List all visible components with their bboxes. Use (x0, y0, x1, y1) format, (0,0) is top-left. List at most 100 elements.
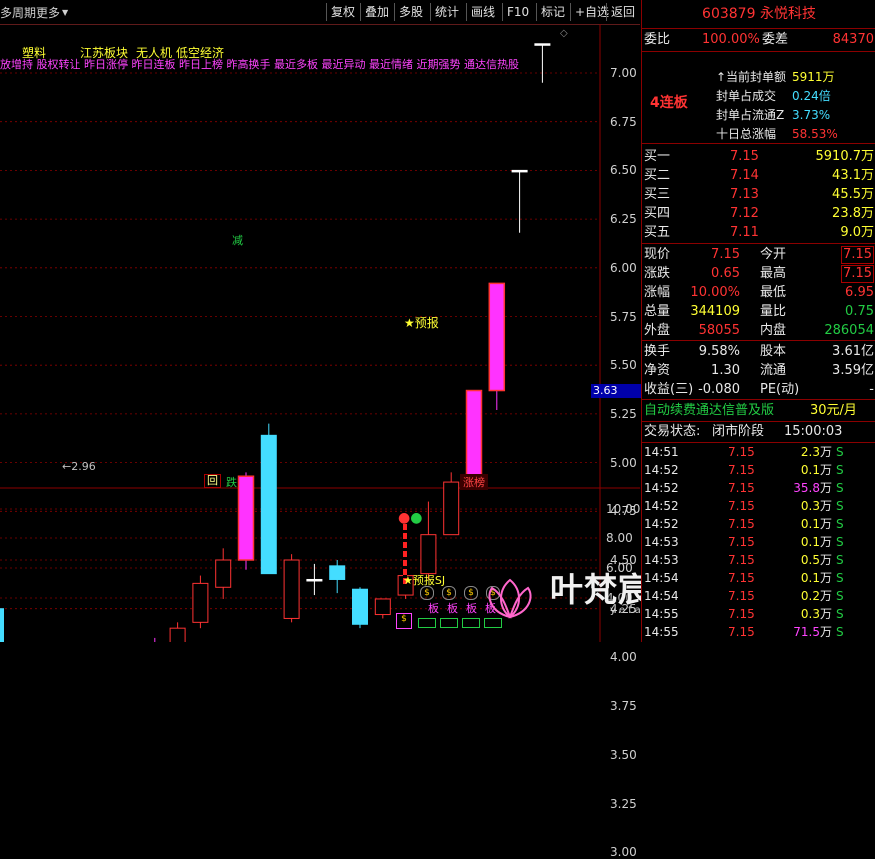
candle-body[interactable] (420, 534, 437, 575)
kline-chart[interactable] (0, 24, 640, 642)
trade-tick-row: 14:53 7.15 0.1 万 S (642, 533, 875, 552)
candle-body[interactable] (260, 434, 277, 575)
more-button[interactable]: 更多 (36, 4, 60, 21)
seal-stat-label: 封单占成交 (716, 89, 777, 103)
trade-tick-row: 14:54 7.15 0.2 万 S (642, 587, 875, 606)
candle-body[interactable] (465, 389, 483, 483)
seal-stat-row: ↑当前封单额 5911万 (642, 68, 875, 87)
quote-panel: 603879 永悦科技 委比 100.00% 委差 84370 4连板 ↑当前封… (641, 0, 875, 642)
candle-body[interactable] (306, 578, 323, 582)
toolbar-button[interactable]: 多股 (394, 3, 427, 21)
badge-die: 跌 (226, 476, 237, 489)
status-time: 15:00:03 (784, 424, 843, 439)
trade-status-row: 交易状态: 闭市阶段 15:00:03 (642, 422, 875, 441)
trade-tick-row: 14:52 7.15 35.8 万 S (642, 479, 875, 498)
toolbar-button[interactable]: 标记 (536, 3, 569, 21)
quote-value: 7.15 (841, 265, 874, 283)
candle-body[interactable] (0, 608, 4, 642)
fundamental-row: 净资 1.30 流通 3.59亿 (642, 361, 875, 380)
quote-value: 58055 (698, 323, 740, 338)
tick-side: S (836, 445, 844, 459)
quote-label: 总量 (644, 304, 671, 319)
toolbar-button[interactable]: 统计 (430, 3, 463, 21)
price-axis-tick: 5.00 (610, 455, 637, 470)
status-value: 闭市阶段 (712, 424, 765, 439)
candle-body[interactable] (283, 559, 300, 619)
more-dropdown-icon[interactable]: ▼ (62, 8, 68, 17)
candle-body[interactable] (511, 169, 528, 173)
candle-body[interactable] (534, 43, 551, 46)
tick-volume: 0.2 (800, 589, 820, 603)
trade-tick-row: 14:55 7.15 71.5 万 S (642, 623, 875, 642)
fund-value: 1.30 (711, 363, 740, 378)
quote-value: 286054 (824, 323, 874, 338)
tick-unit: 万 (820, 589, 833, 603)
tick-unit: 万 (820, 445, 833, 459)
fund-label: 收益(三) (644, 382, 694, 397)
tick-price: 7.15 (728, 481, 755, 495)
stock-name: 永悦科技 (759, 6, 816, 22)
candle-body[interactable] (352, 588, 368, 625)
pedestal-box (462, 618, 480, 628)
quote-row: 涨跌 0.65 最高 7.15 (642, 264, 875, 283)
candle-body[interactable] (215, 559, 232, 588)
quote-row: 现价 7.15 今开 7.15 (642, 245, 875, 264)
toolbar-button[interactable]: F10 (502, 3, 533, 21)
candle-body[interactable] (237, 475, 255, 561)
bid-row: 买五 7.11 9.0万 (642, 223, 875, 242)
tick-side: S (836, 463, 844, 477)
tick-price: 7.15 (728, 445, 755, 459)
money-bag-icon: $ (420, 586, 434, 600)
weibi-label: 委比 (644, 32, 671, 47)
candle-body[interactable] (169, 627, 186, 642)
stock-title: 603879 永悦科技 (642, 5, 875, 24)
price-axis-tick: 6.00 (610, 260, 637, 275)
candle-body[interactable] (488, 282, 506, 392)
bid-row: 买三 7.13 45.5万 (642, 185, 875, 204)
quote-label: 最低 (760, 285, 787, 300)
ban-label: 板 (428, 602, 447, 615)
toolbar-button[interactable]: 返回 (606, 3, 639, 21)
candle-body[interactable] (374, 598, 391, 616)
fund-label: 股本 (760, 344, 787, 359)
price-axis-tick: 6.25 (610, 212, 637, 227)
promo-row[interactable]: 自动续费通达信普及版 30元/月 (642, 401, 875, 420)
low-price-marker: ←2.96 (62, 460, 96, 473)
multi-period-button[interactable]: 多周期 (0, 4, 36, 21)
candle-body[interactable] (443, 481, 460, 536)
quote-row: 外盘 58055 内盘 286054 (642, 321, 875, 340)
promo-price[interactable]: 30元/月 (810, 401, 857, 420)
tick-side: S (836, 553, 844, 567)
tick-price: 7.15 (728, 535, 755, 549)
promo-text[interactable]: 自动续费通达信普及版 (644, 401, 774, 420)
tick-time: 14:55 (644, 625, 679, 639)
chart-menu-icon[interactable]: ◇ (560, 28, 568, 39)
reduce-marker: 减 (232, 234, 243, 247)
stock-code: 603879 (702, 6, 756, 22)
seal-stat-row: 十日总涨幅 58.53% (642, 125, 875, 144)
tick-volume: 0.1 (800, 463, 820, 477)
seal-stat-value: 5911万 (792, 70, 835, 84)
tick-side: S (836, 535, 844, 549)
toolbar-button[interactable]: 叠加 (360, 3, 393, 21)
candle-body[interactable] (192, 582, 209, 623)
bid-row: 买一 7.15 5910.7万 (642, 147, 875, 166)
price-axis-tick: 3.25 (610, 796, 637, 811)
tick-time: 14:52 (644, 463, 679, 477)
tick-time: 14:54 (644, 589, 679, 603)
bid-label: 买四 (644, 206, 671, 221)
quote-label: 最高 (760, 266, 787, 281)
sub-axis-tick: 10.00 (606, 502, 641, 516)
tick-volume: 0.3 (800, 499, 820, 513)
tick-side: S (836, 625, 844, 639)
toolbar-button[interactable]: 画线 (466, 3, 499, 21)
bid-row: 买二 7.14 43.1万 (642, 166, 875, 185)
fund-value: - (869, 382, 874, 397)
price-axis-tick: 5.50 (610, 358, 637, 373)
tick-time: 14:52 (644, 499, 679, 513)
candle-body[interactable] (329, 565, 346, 580)
seal-stat-row: 封单占流通Z 3.73% (642, 106, 875, 125)
concept-tags-line: 放增持 股权转让 昨日涨停 昨日连板 昨日上榜 昨高换手 最近多板 最近异动 最… (0, 58, 519, 71)
toolbar-button[interactable]: 复权 (326, 3, 359, 21)
bid-price: 7.14 (730, 168, 759, 183)
